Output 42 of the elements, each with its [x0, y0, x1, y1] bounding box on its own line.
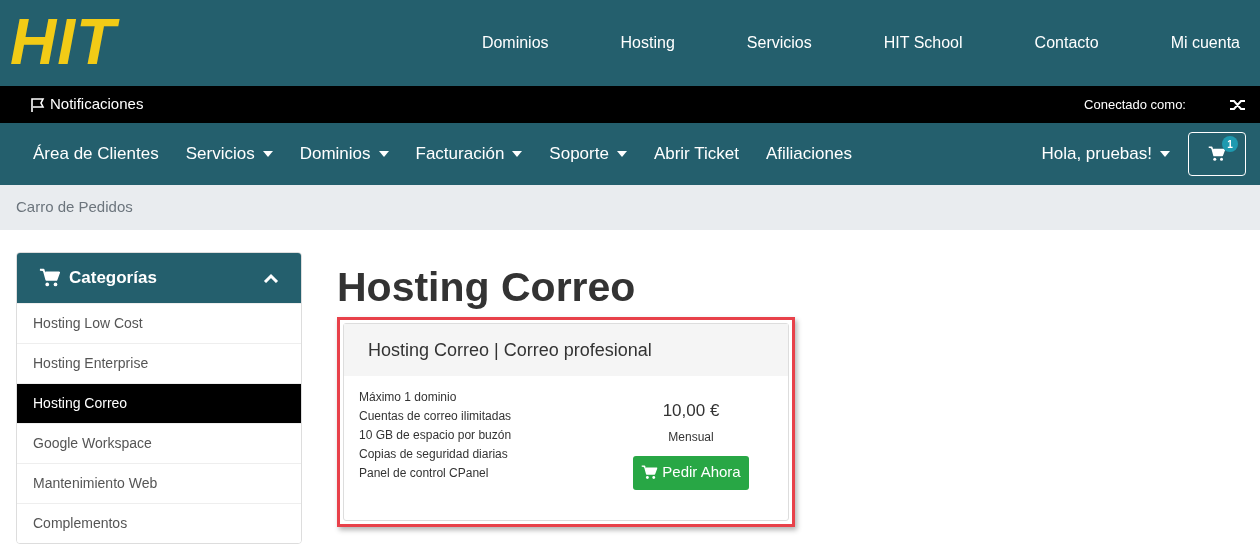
sidebar-item[interactable]: Hosting Correo — [17, 383, 301, 423]
product-name: Hosting Correo | Correo profesional — [368, 338, 652, 362]
nav-menu-item[interactable]: Afiliaciones — [765, 141, 852, 167]
price: 10,00 € — [662, 400, 720, 422]
feature-text: Máximo 1 dominio — [359, 389, 458, 406]
page-title: Hosting Correo — [337, 263, 637, 312]
feature-text: Panel de control CPanel — [359, 465, 490, 482]
connected-as-label: Conectado como: — [1084, 95, 1186, 114]
caret-icon — [512, 151, 523, 157]
top-nav-link[interactable]: Contacto — [1034, 31, 1099, 55]
sidebar-title: Categorías — [69, 267, 157, 290]
breadcrumb[interactable]: Carro de Pedidos — [16, 196, 133, 219]
top-nav-link[interactable]: HIT School — [883, 31, 963, 55]
user-menu[interactable]: Hola, pruebas! — [1041, 141, 1170, 167]
cart-count-badge: 1 — [1222, 136, 1238, 152]
feature-text: 10 GB de espacio por buzón — [359, 427, 512, 444]
nav-menu-item[interactable]: Área de Clientes — [33, 141, 159, 167]
nav-menu-item[interactable]: Dominios — [299, 141, 389, 167]
cart-icon — [641, 464, 659, 481]
notifications-link[interactable]: Notificaciones — [50, 93, 144, 116]
sidebar-item[interactable]: Complementos — [17, 503, 301, 543]
cart-icon — [1208, 145, 1226, 163]
logo[interactable]: HIT — [8, 6, 127, 80]
top-nav-link[interactable]: Dominios — [481, 31, 549, 55]
caret-icon — [616, 151, 627, 157]
top-nav-link[interactable]: Hosting — [620, 31, 675, 55]
top-nav-link[interactable]: Servicios — [746, 31, 812, 55]
billing-cycle: Mensual — [668, 428, 714, 446]
cart-icon — [39, 267, 61, 289]
flag-icon — [30, 96, 46, 113]
shuffle-icon[interactable] — [1230, 97, 1246, 112]
nav-menu-item[interactable]: Servicios — [185, 141, 273, 167]
nav-menu-item[interactable]: Abrir Ticket — [653, 141, 739, 167]
caret-icon — [262, 151, 273, 157]
sidebar-header[interactable]: Categorías — [17, 253, 301, 303]
top-nav-link[interactable]: Mi cuenta — [1170, 31, 1240, 55]
feature-text: Copias de seguridad diarias — [359, 446, 509, 463]
nav-menu-item[interactable]: Soporte — [549, 141, 627, 167]
feature-text: Cuentas de correo ilimitadas — [359, 408, 512, 425]
caret-icon — [1160, 151, 1170, 157]
nav-menu-item[interactable]: Facturación — [415, 141, 523, 167]
caret-icon — [378, 151, 389, 157]
